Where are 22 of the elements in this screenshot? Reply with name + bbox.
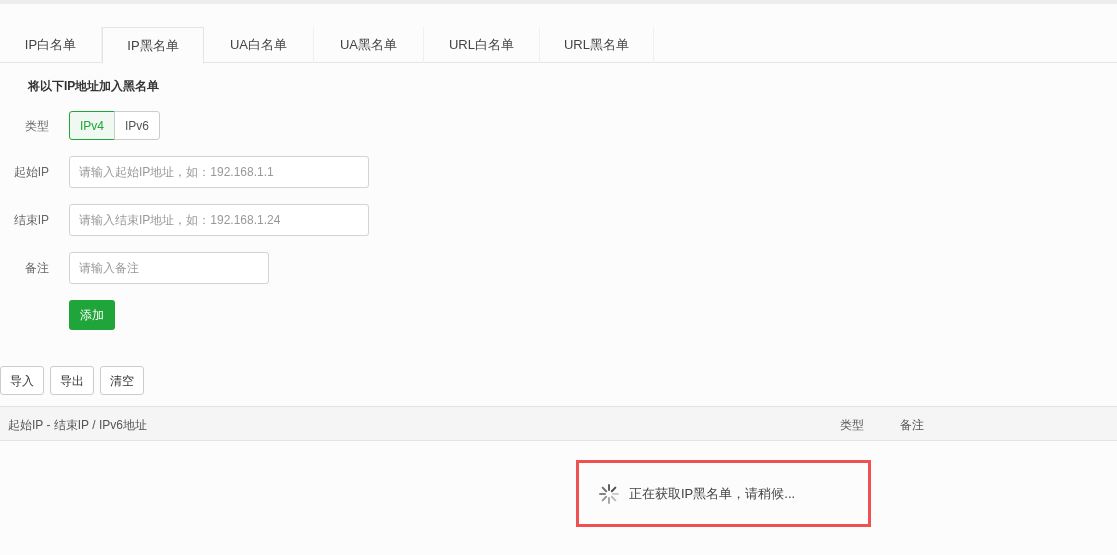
type-option[interactable]: IPv6 <box>114 111 161 140</box>
input-field[interactable]: 请输入备注 <box>69 252 269 284</box>
toolbar-button[interactable]: 清空 <box>100 366 144 395</box>
toolbar-button[interactable]: 导出 <box>50 366 94 395</box>
tab[interactable]: UA白名单 <box>204 27 314 63</box>
loading-message: 正在获取IP黑名单，请稍候... <box>629 484 796 503</box>
field-label: 类型 <box>24 117 49 135</box>
field-label: 起始IP <box>12 164 49 181</box>
toolbar-button[interactable]: 导入 <box>0 366 44 395</box>
field-label: 备注 <box>24 260 49 277</box>
column-header: 起始IP - 结束IP / IPv6地址 <box>8 417 147 434</box>
column-header: 类型 <box>840 417 864 434</box>
tab[interactable]: URL黑名单 <box>540 27 654 63</box>
tab[interactable]: UA黑名单 <box>314 27 424 63</box>
column-header: 备注 <box>900 417 924 434</box>
spinner-icon <box>599 483 619 504</box>
tab[interactable]: IP黑名单 <box>102 27 204 64</box>
section-heading: 将以下IP地址加入黑名单 <box>28 78 161 95</box>
tab[interactable]: URL白名单 <box>424 27 540 63</box>
input-field[interactable]: 请输入起始IP地址，如：192.168.1.1 <box>69 156 369 188</box>
field-label: 结束IP <box>12 212 49 229</box>
input-field[interactable]: 请输入结束IP地址，如：192.168.1.24 <box>69 204 369 236</box>
